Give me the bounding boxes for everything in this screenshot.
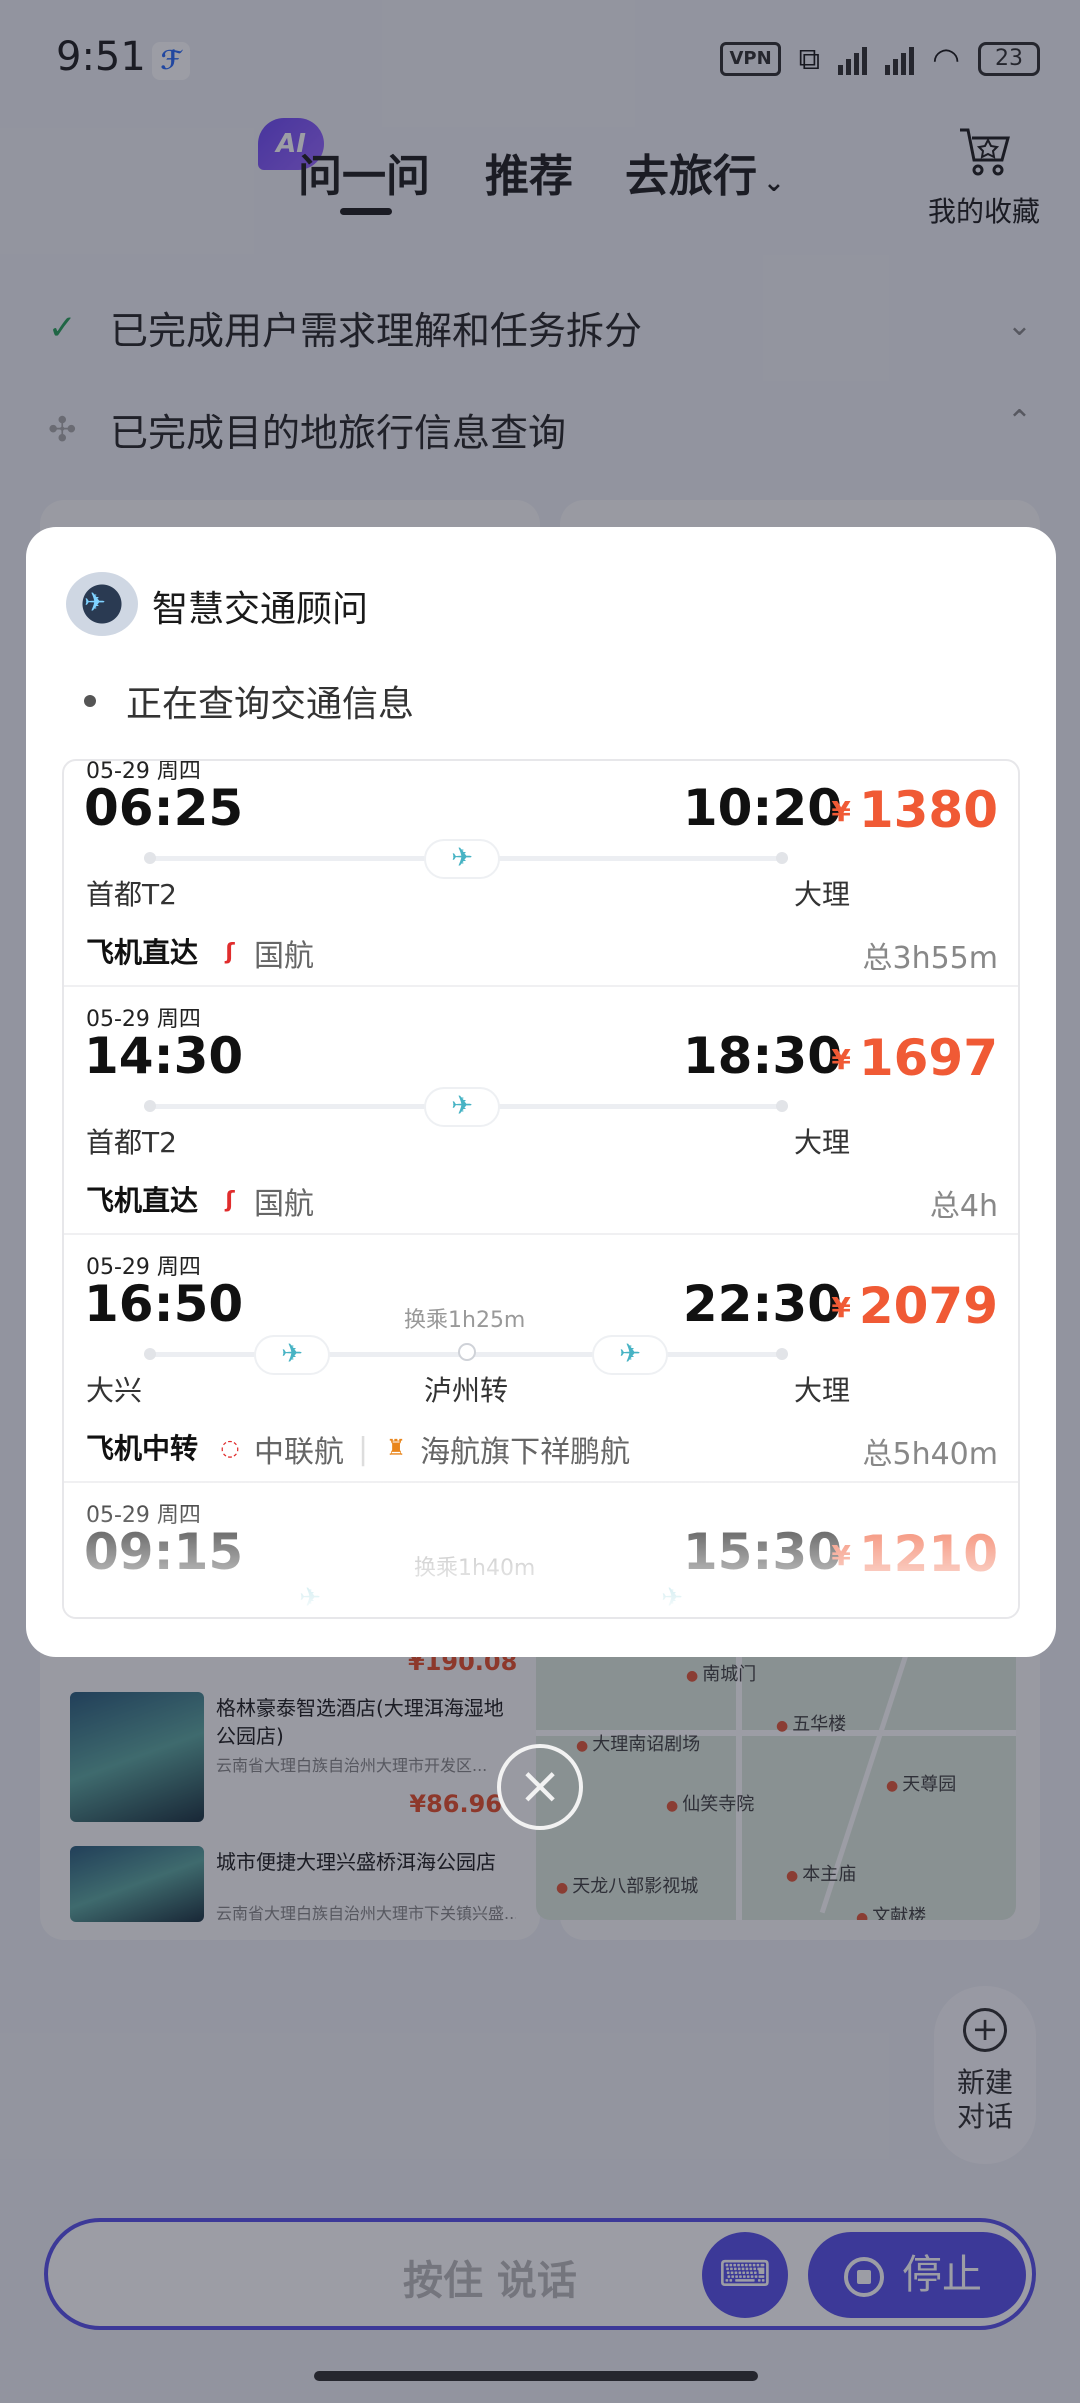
transfer-time: 换乘1h25m — [404, 1308, 526, 1333]
flight-price: ¥1210 — [831, 1525, 998, 1583]
price-value: 2079 — [858, 1277, 998, 1335]
transfer-time: 换乘1h40m — [414, 1556, 536, 1581]
plane-icon: ✈ — [592, 1335, 668, 1375]
lucky-air-logo-icon: ♜ — [386, 1436, 406, 1461]
departure-airport: 大兴 — [86, 1374, 143, 1407]
departure-time: 09:15 — [84, 1523, 244, 1581]
advisor-avatar: ✈ — [66, 572, 138, 636]
airline-name: 国航 — [254, 1187, 314, 1222]
currency-symbol: ¥ — [831, 795, 851, 828]
departure-airport: 首都T2 — [86, 878, 177, 911]
air-china-logo-icon: ʃ — [225, 1188, 235, 1213]
price-value: 1380 — [858, 781, 998, 839]
flight-price: ¥1697 — [831, 1029, 998, 1087]
arrival-time: 15:30 — [682, 1523, 842, 1581]
transport-advisor-modal: ✈ 智慧交通顾问 正在查询交通信息 05-29 周四 06:25 10:20 ¥… — [26, 527, 1056, 1657]
close-icon: × — [518, 1756, 562, 1816]
flight-duration: 总3h55m — [862, 941, 999, 976]
transfer-city: 泸州转 — [424, 1374, 509, 1407]
flight-card[interactable]: 05-29 周四 16:50 22:30 ¥2079 换乘1h25m ✈ ✈ 大… — [64, 1235, 1018, 1483]
airline: ʃ 国航 — [216, 1179, 314, 1223]
flight-list[interactable]: 05-29 周四 06:25 10:20 ¥1380 ✈ 首都T2 大理 飞机直… — [62, 759, 1020, 1619]
plane-icon: ✈ — [634, 1579, 710, 1617]
flight-type: 飞机直达 — [86, 1184, 199, 1217]
separator: | — [358, 1431, 369, 1467]
bullet-icon — [84, 695, 96, 707]
currency-symbol: ¥ — [831, 1043, 851, 1076]
airline: ◌ 中联航 | ♜ 海航旗下祥鹏航 — [216, 1427, 630, 1471]
flight-card[interactable]: 05-29 周四 14:30 18:30 ¥1697 ✈ 首都T2 大理 飞机直… — [64, 987, 1018, 1235]
flight-price: ¥2079 — [831, 1277, 998, 1335]
flight-card[interactable]: 05-29 周四 06:25 10:20 ¥1380 ✈ 首都T2 大理 飞机直… — [64, 761, 1018, 987]
arrival-airport: 大理 — [794, 1374, 851, 1407]
arrival-time: 22:30 — [682, 1275, 842, 1333]
flight-duration: 总5h40m — [862, 1437, 999, 1472]
transfer-point — [458, 1343, 476, 1361]
flight-list-scroll: 05-29 周四 06:25 10:20 ¥1380 ✈ 首都T2 大理 飞机直… — [64, 761, 1018, 1617]
airline: ʃ 国航 — [216, 931, 314, 975]
price-value: 1210 — [858, 1525, 998, 1583]
plane-icon: ✈ — [424, 839, 500, 879]
plane-icon: ✈ — [254, 1335, 330, 1375]
plane-icon: ✈ — [84, 588, 106, 618]
airline-name: 海航旗下祥鹏航 — [420, 1435, 631, 1470]
airline-name: 国航 — [254, 939, 314, 974]
departure-time: 06:25 — [84, 779, 244, 837]
plane-icon: ✈ — [272, 1579, 348, 1617]
departure-time: 14:30 — [84, 1027, 244, 1085]
arrival-airport: 大理 — [794, 878, 851, 911]
flight-type: 飞机直达 — [86, 936, 199, 969]
china-united-logo-icon: ◌ — [220, 1436, 240, 1461]
arrival-time: 18:30 — [682, 1027, 842, 1085]
plane-icon: ✈ — [424, 1087, 500, 1127]
arrival-airport: 大理 — [794, 1126, 851, 1159]
flight-card[interactable]: 05-29 周四 09:15 15:30 ¥1210 换乘1h40m ✈ ✈ — [64, 1483, 1018, 1617]
close-button[interactable]: × — [497, 1744, 583, 1830]
departure-time: 16:50 — [84, 1275, 244, 1333]
departure-airport: 首都T2 — [86, 1126, 177, 1159]
price-value: 1697 — [858, 1029, 998, 1087]
flight-type: 飞机中转 — [86, 1432, 199, 1465]
query-status-text: 正在查询交通信息 — [126, 684, 415, 725]
air-china-logo-icon: ʃ — [225, 940, 235, 965]
currency-symbol: ¥ — [831, 1539, 851, 1572]
advisor-name: 智慧交通顾问 — [152, 589, 369, 630]
query-status: 正在查询交通信息 — [84, 675, 414, 727]
airline-name: 中联航 — [254, 1435, 344, 1470]
flight-duration: 总4h — [929, 1189, 998, 1224]
flight-price: ¥1380 — [831, 781, 998, 839]
currency-symbol: ¥ — [831, 1291, 851, 1324]
arrival-time: 10:20 — [682, 779, 842, 837]
